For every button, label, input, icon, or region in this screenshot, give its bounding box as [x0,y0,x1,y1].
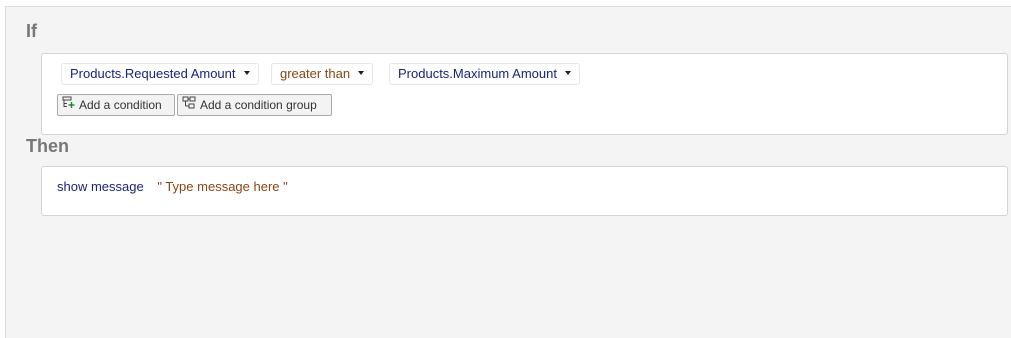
left-field-dropdown[interactable]: Products.Requested Amount [61,63,259,85]
action-type-link[interactable]: show message [57,179,144,194]
message-input[interactable]: " Type message here " [157,179,287,194]
caret-down-icon [243,70,250,75]
then-section-label: Then [26,136,69,156]
action-row: show message " Type message here " [57,179,288,194]
actions-box: show message " Type message here " [41,166,1008,216]
conditions-box: Products.Requested Amount greater than P… [41,53,1008,135]
operator-label: greater than [280,66,351,81]
add-condition-group-icon [182,95,200,115]
caret-down-icon [564,70,571,75]
add-condition-group-label: Add a condition group [200,98,317,112]
if-section-label: If [26,21,37,41]
operator-dropdown[interactable]: greater than [271,63,374,85]
caret-down-icon [358,70,365,75]
add-condition-label: Add a condition [79,98,162,112]
right-field-dropdown[interactable]: Products.Maximum Amount [389,63,580,85]
add-condition-button[interactable]: Add a condition [57,94,175,116]
left-field-label: Products.Requested Amount [70,66,236,81]
right-field-label: Products.Maximum Amount [398,66,557,81]
rule-editor-panel: If Products.Requested Amount greater tha… [5,6,1011,338]
add-condition-group-button[interactable]: Add a condition group [177,94,332,116]
add-condition-icon [62,95,79,115]
